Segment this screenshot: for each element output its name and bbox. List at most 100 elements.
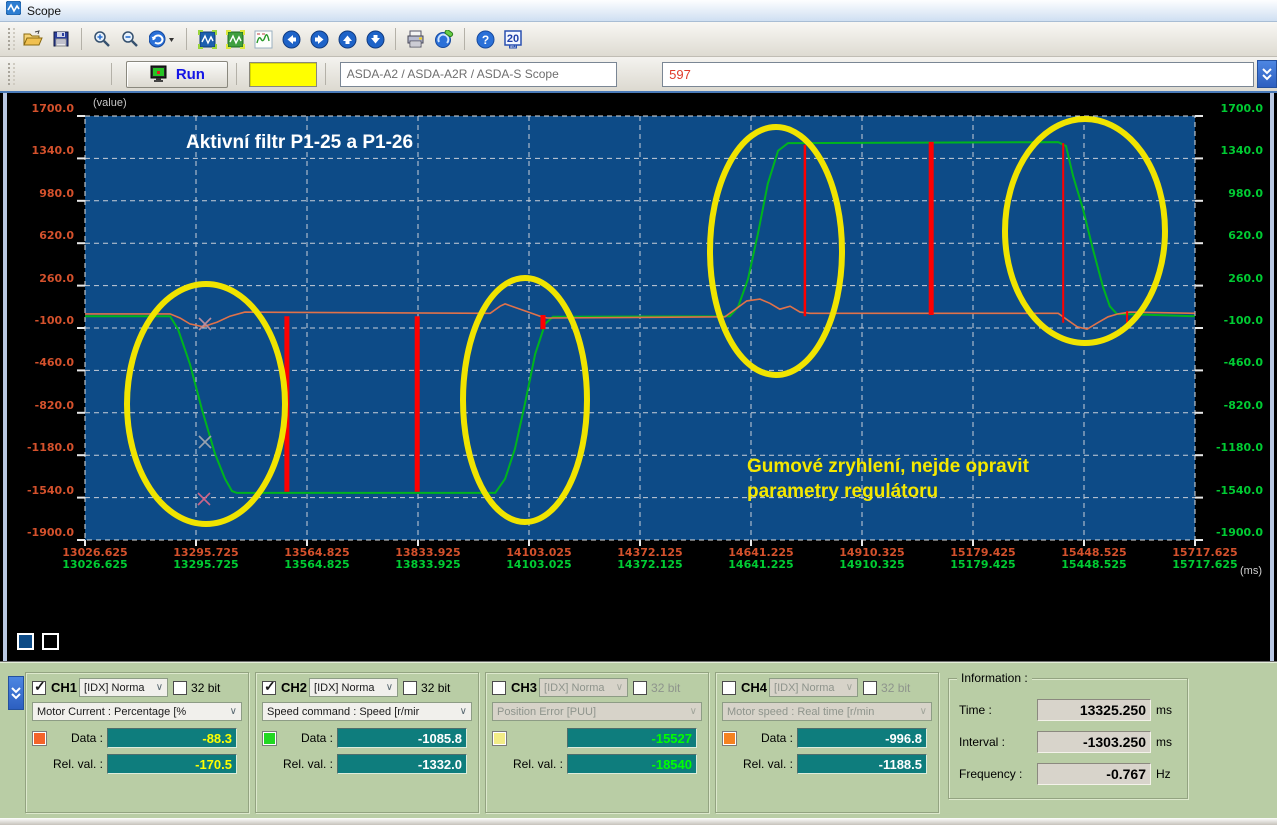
refresh-icon — [434, 30, 454, 48]
window-title: Scope — [27, 4, 61, 18]
source-dropdown[interactable]: Motor Current : Percentage [%∨ — [32, 702, 242, 721]
interval-label: Interval : — [959, 735, 1037, 749]
channel-enable-checkbox[interactable] — [32, 681, 46, 695]
x-tick-label: 14641.225 — [716, 558, 806, 571]
collapse-chevron-button[interactable] — [8, 676, 24, 710]
save-button[interactable] — [47, 26, 75, 52]
scope-window: Scope ? 20IEU Run ASDA-A2 — [0, 0, 1277, 825]
time-unit: ms — [1156, 703, 1172, 717]
scope-view-green-button[interactable] — [221, 26, 249, 52]
bit32-checkbox[interactable] — [863, 681, 877, 695]
chevron-down-icon: ∨ — [690, 706, 697, 717]
monitor-icon — [149, 65, 169, 83]
rel-value-label: Rel. val. : — [47, 757, 103, 771]
move-down-button[interactable] — [361, 26, 389, 52]
rel-value-label: Rel. val. : — [737, 757, 793, 771]
x-tick-label: 15179.425 — [938, 558, 1028, 571]
y-tick-label-right: -1180.0 — [1201, 441, 1263, 454]
zoom-in-icon — [93, 30, 111, 48]
source-dropdown[interactable]: Speed command : Speed [r/mir ∨ — [262, 702, 472, 721]
rel-value-label: Rel. val. : — [507, 757, 563, 771]
svg-text:20: 20 — [507, 33, 519, 45]
double-chevron-down-icon — [10, 684, 22, 702]
y-tick-label-right: -1540.0 — [1201, 484, 1263, 497]
channel-box-ch4: CH4 [IDX] Norma∨ 32 bit Motor speed : Re… — [715, 672, 939, 813]
y-tick-label-left: 620.0 — [12, 229, 74, 242]
channel-color-swatch[interactable] — [492, 731, 507, 746]
channel-color-swatch[interactable] — [722, 731, 737, 746]
open-button[interactable] — [19, 26, 47, 52]
toolbar-separator — [81, 28, 82, 50]
channel-enable-checkbox[interactable] — [262, 681, 276, 695]
annotation-text: parametry regulátoru — [747, 481, 938, 502]
scope-view-blue-button[interactable] — [193, 26, 221, 52]
waveform-icon — [254, 30, 273, 49]
bit32-checkbox[interactable] — [633, 681, 647, 695]
y-tick-label-right: 1340.0 — [1201, 144, 1263, 157]
expand-chevron-button[interactable] — [1257, 60, 1277, 88]
idx-mode-dropdown[interactable]: [IDX] Norma ∨ — [79, 678, 168, 697]
source-value: Motor Current : Percentage [% — [37, 706, 186, 718]
zoom-out-button[interactable] — [116, 26, 144, 52]
idx-mode-dropdown[interactable]: [IDX] Norma∨ — [769, 678, 858, 697]
channel-enable-checkbox[interactable] — [492, 681, 506, 695]
channel-enable-checkbox[interactable] — [722, 681, 736, 695]
toolbar-separator — [325, 63, 326, 85]
run-button[interactable]: Run — [126, 61, 228, 88]
rel-value-field: -170.5 — [107, 754, 237, 774]
help-button[interactable]: ? — [471, 26, 499, 52]
source-value: Speed command : Speed [r/mir — [267, 706, 419, 718]
x-tick-label: 13564.825 — [272, 558, 362, 571]
units-20-button[interactable]: 20IEU — [499, 26, 527, 52]
waveform-view-button[interactable] — [249, 26, 277, 52]
x-tick-label: 13833.925 — [383, 558, 473, 571]
channel-panel: CH1 [IDX] Norma∨ 32 bit Motor Current : … — [0, 661, 1277, 818]
x-tick-label: 15448.525 — [1049, 558, 1139, 571]
annotation-text: Gumové zryhlení, nejde opravit — [747, 456, 1030, 477]
idx-mode-dropdown[interactable]: [IDX] Norma ∨ — [309, 678, 398, 697]
move-up-button[interactable] — [333, 26, 361, 52]
x-tick-label: 13295.725 — [161, 558, 251, 571]
plot-color-swatch[interactable] — [17, 633, 34, 650]
scope-plot[interactable]: Aktivní filtr P1-25 a P1-26 Gumové zryhle… — [0, 93, 1277, 661]
move-left-button[interactable] — [277, 26, 305, 52]
idx-mode-dropdown[interactable]: [IDX] Norma∨ — [539, 678, 628, 697]
print-button[interactable] — [402, 26, 430, 52]
y-tick-label-right: -100.0 — [1201, 314, 1263, 327]
frame-color-swatch[interactable] — [42, 633, 59, 650]
time-label: Time : — [959, 703, 1037, 717]
x-tick-label: 15717.625 — [1160, 558, 1250, 571]
idx-mode-value: [IDX] Norma — [84, 682, 145, 694]
arrow-right-icon — [310, 30, 329, 49]
source-dropdown[interactable]: Position Error [PUU]∨ — [492, 702, 702, 721]
chevron-down-icon: ∨ — [460, 706, 467, 717]
toolbar-grip[interactable] — [8, 63, 15, 85]
annotation-text: Aktivní filtr P1-25 a P1-26 — [186, 132, 413, 153]
sample-count-field[interactable]: 597 — [662, 62, 1254, 87]
chevron-down-icon: ∨ — [386, 682, 393, 693]
bit32-checkbox[interactable] — [173, 681, 187, 695]
chevron-down-icon: ∨ — [156, 682, 163, 693]
bit32-label: 32 bit — [651, 681, 680, 695]
channel-color-swatch[interactable] — [32, 731, 47, 746]
run-button-label: Run — [176, 66, 205, 83]
value-axis-unit-label: (value) — [93, 97, 127, 109]
help-icon: ? — [476, 30, 495, 49]
frequency-unit: Hz — [1156, 767, 1171, 781]
idx-mode-value: [IDX] Norma — [314, 682, 375, 694]
y-tick-label-right: 260.0 — [1201, 272, 1263, 285]
y-tick-label-left: -820.0 — [12, 399, 74, 412]
channel-color-swatch[interactable] — [262, 731, 277, 746]
source-dropdown[interactable]: Motor speed : Real time [r/min∨ — [722, 702, 932, 721]
bit32-checkbox[interactable] — [403, 681, 417, 695]
move-right-button[interactable] — [305, 26, 333, 52]
y-tick-label-right: 620.0 — [1201, 229, 1263, 242]
undo-zoom-button[interactable] — [144, 26, 180, 52]
refresh-button[interactable] — [430, 26, 458, 52]
scope-model-field[interactable]: ASDA-A2 / ASDA-A2R / ASDA-S Scope — [340, 62, 617, 87]
zoom-in-button[interactable] — [88, 26, 116, 52]
scope-blue-icon — [198, 30, 217, 49]
toolbar-grip[interactable] — [8, 28, 15, 50]
main-toolbar: ? 20IEU — [0, 22, 1277, 57]
channel-box-ch1: CH1 [IDX] Norma∨ 32 bit Motor Current : … — [25, 672, 249, 813]
